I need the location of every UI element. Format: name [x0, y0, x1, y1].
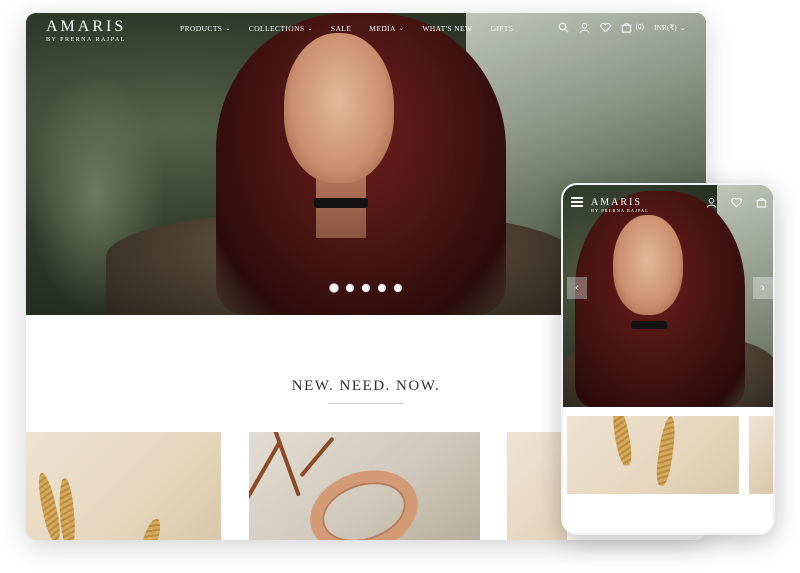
brand-tagline: BY PRERNA RAJPAL [591, 208, 649, 213]
user-icon[interactable] [706, 197, 717, 208]
mobile-hero-model-choker [631, 321, 667, 329]
leaf-prop-image [249, 439, 283, 503]
chevron-left-icon: ‹ [575, 282, 579, 294]
user-icon[interactable] [579, 22, 590, 33]
brand-name: AMARIS [46, 18, 127, 35]
product-card[interactable] [26, 432, 221, 540]
cart-count: (0) [635, 24, 645, 31]
brand-tagline: BY PRERNA RAJPAL [46, 37, 126, 43]
slider-dots [330, 284, 402, 292]
mobile-screenshot: AMARIS BY PRERNA RAJPAL ‹ › [561, 183, 775, 535]
chevron-down-icon: ⌄ [398, 26, 405, 32]
mobile-hero-banner[interactable]: AMARIS BY PRERNA RAJPAL ‹ › [563, 185, 773, 407]
menu-item-whats-new[interactable]: WHAT'S NEW [422, 24, 472, 33]
menu-item-gifts[interactable]: GIFTS [490, 24, 513, 33]
next-slide-button[interactable]: › [753, 277, 773, 299]
currency-selector[interactable]: INR(₹) ⌄ [654, 23, 686, 32]
mobile-hero-model-face [613, 215, 683, 315]
mobile-product-card[interactable] [567, 416, 739, 494]
menu-item-sale[interactable]: SALE [331, 24, 351, 33]
menu-icon[interactable] [571, 197, 583, 209]
mobile-brand-logo[interactable]: AMARIS BY PRERNA RAJPAL [591, 197, 649, 213]
brand-name: AMARIS [591, 197, 642, 208]
menu-item-collections[interactable]: COLLECTIONS ⌄ [249, 24, 313, 33]
menu-item-media[interactable]: MEDIA ⌄ [369, 24, 404, 33]
bangle-image [299, 456, 429, 540]
cart-icon[interactable] [621, 22, 632, 33]
search-icon[interactable] [558, 22, 569, 33]
header-actions: (0) INR(₹) ⌄ [558, 22, 686, 33]
feather-earring-image [57, 477, 77, 540]
leaf-prop-image [299, 436, 335, 478]
product-card[interactable] [507, 432, 567, 540]
slide-dot[interactable] [378, 284, 386, 292]
heart-icon[interactable] [600, 22, 612, 33]
menu-item-label: PRODUCTS [180, 24, 223, 33]
chevron-down-icon: ⌄ [679, 23, 686, 32]
title-divider [328, 403, 404, 404]
chevron-down-icon: ⌄ [307, 26, 313, 32]
mobile-top-nav: AMARIS BY PRERNA RAJPAL [563, 185, 773, 215]
menu-item-label: GIFTS [490, 24, 514, 33]
chevron-right-icon: › [761, 282, 765, 294]
slide-dot[interactable] [362, 284, 370, 292]
slide-dot[interactable] [346, 284, 354, 292]
showcase-stage: AMARIS BY PRERNA RAJPAL PRODUCTS ⌄ COLLE… [0, 0, 800, 573]
main-menu: PRODUCTS ⌄ COLLECTIONS ⌄ SALE MEDIA ⌄ WH… [180, 24, 513, 33]
leaf-prop-image [273, 432, 301, 497]
heart-icon[interactable] [731, 197, 742, 208]
mobile-product-card[interactable] [749, 416, 773, 494]
feather-earring-image [654, 416, 678, 487]
product-card[interactable] [249, 432, 480, 540]
menu-item-label: COLLECTIONS [248, 24, 305, 33]
menu-item-label: SALE [330, 24, 352, 33]
slide-dot[interactable] [330, 284, 338, 292]
brand-logo[interactable]: AMARIS BY PRERNA RAJPAL [46, 18, 126, 43]
menu-item-label: WHAT'S NEW [422, 24, 473, 33]
feather-earring-image [138, 516, 164, 540]
currency-label: INR(₹) [654, 23, 677, 32]
cart-icon[interactable] [756, 197, 767, 208]
slide-dot[interactable] [394, 284, 402, 292]
mobile-header-actions [706, 197, 767, 208]
feather-earring-image [609, 416, 635, 467]
prev-slide-button[interactable]: ‹ [567, 277, 587, 299]
menu-item-label: MEDIA [369, 24, 396, 33]
chevron-down-icon: ⌄ [225, 26, 231, 32]
menu-item-products[interactable]: PRODUCTS ⌄ [180, 24, 231, 33]
top-nav: AMARIS BY PRERNA RAJPAL PRODUCTS ⌄ COLLE… [26, 13, 706, 51]
hero-model-face [284, 33, 394, 183]
hero-model-choker [314, 198, 368, 208]
